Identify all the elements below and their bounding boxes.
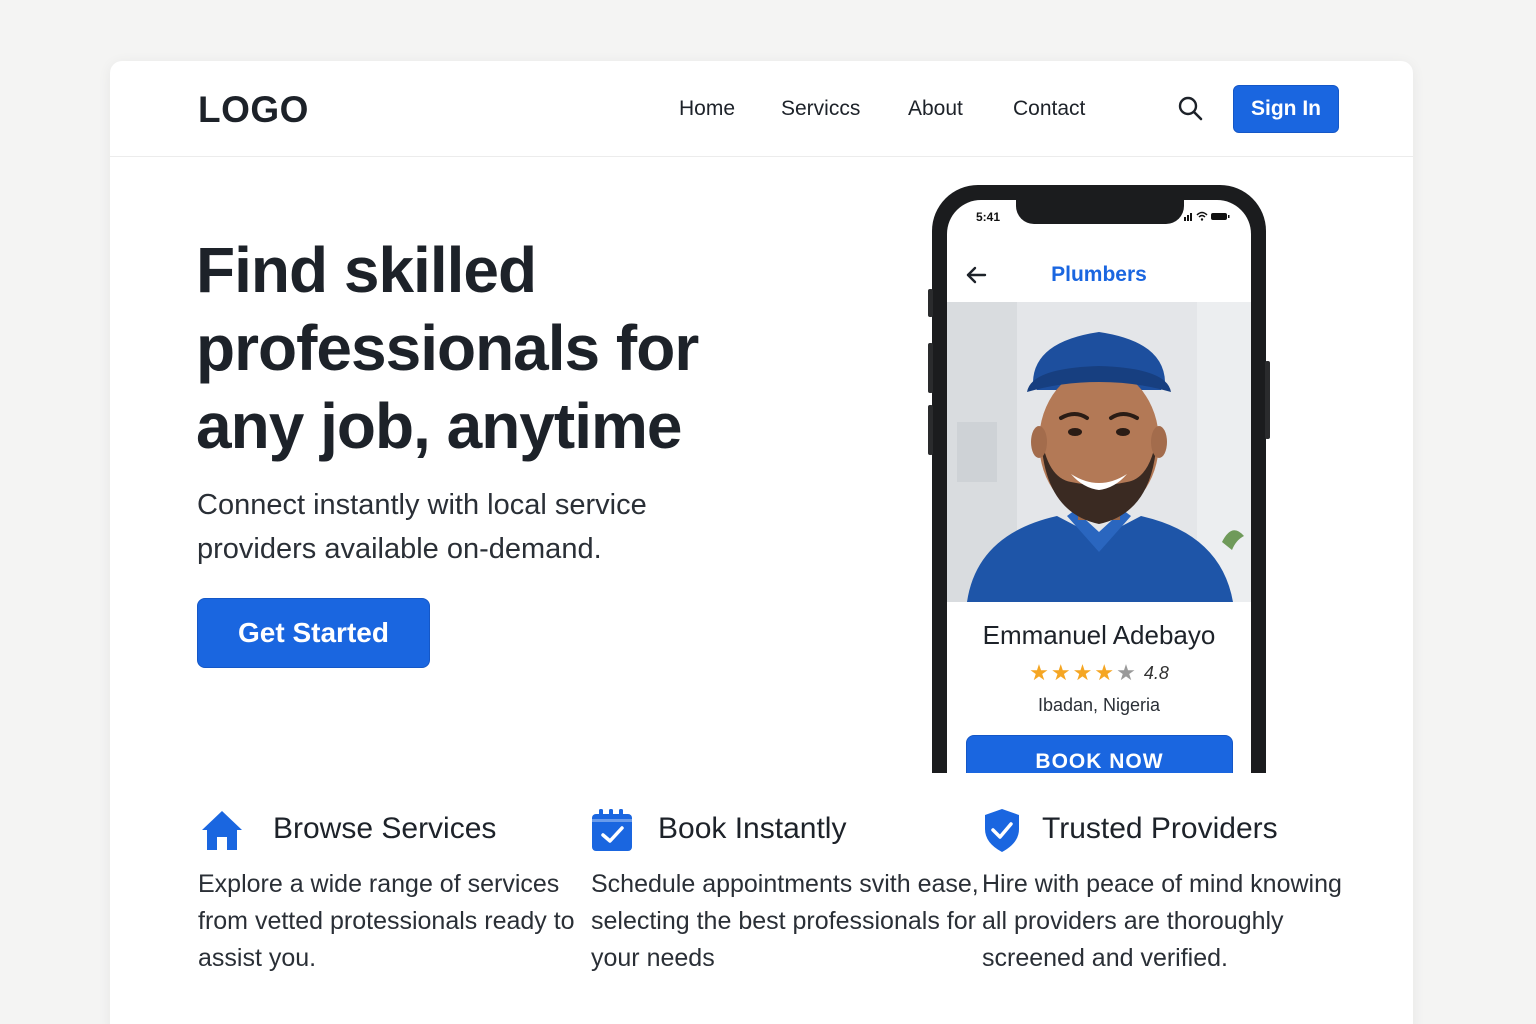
home-icon [202, 811, 242, 850]
star-icon: ★ [1050, 660, 1071, 685]
calendar-check-icon [592, 809, 632, 851]
status-icons [1184, 211, 1230, 221]
phone-power-button [1265, 361, 1270, 439]
professional-photo [947, 302, 1251, 602]
feature-title: Trusted Providers [1042, 812, 1278, 845]
feature-title: Browse Services [273, 812, 497, 845]
landing-card: LOGO Home Servicсs About Contact Sign In… [110, 61, 1413, 1024]
get-started-button[interactable]: Get Started [197, 598, 430, 668]
phone-volume-up [928, 343, 933, 393]
star-icon: ★ [1072, 660, 1093, 685]
professional-location: Ibadan, Nigeria [1037, 695, 1161, 715]
search-icon[interactable] [1177, 95, 1203, 121]
phone-mockup: 5:41 Plumbers Emmanuel Adebayo ★ ★ ★ ★ ★… [928, 185, 1270, 840]
hero-title: Find skilled professionals for any job, … [196, 234, 699, 462]
nav-contact[interactable]: Contact [1013, 97, 1085, 121]
feature-description: Explore a wide range of services from ve… [198, 870, 575, 972]
nav-about[interactable]: About [908, 97, 963, 121]
phone-volume-down [928, 405, 933, 455]
shield-check-icon [985, 809, 1019, 852]
star-icon: ★ [1029, 660, 1049, 685]
status-time: 5:41 [976, 210, 1001, 224]
screen-title: Plumbers [1051, 263, 1147, 286]
phone-notch [1016, 200, 1184, 224]
star-icon: ★ [1094, 660, 1115, 685]
rating-row: ★ ★ ★ ★ ★ 4.8 [947, 662, 1251, 684]
star-icon: ★ [1116, 660, 1136, 685]
hero-subtitle: Connect instantly with local service pro… [197, 489, 647, 565]
logo[interactable]: LOGO [198, 89, 309, 131]
feature-description: Hire with peace of mind knowing all prov… [982, 870, 1342, 972]
nav-services[interactable]: Servicсs [781, 97, 860, 121]
phone-screen: 5:41 Plumbers Emmanuel Adebayo ★ ★ ★ ★ ★… [947, 200, 1251, 840]
phone-side-button [928, 289, 933, 317]
feature-title: Book Instantly [658, 812, 847, 845]
professional-name: Emmanuel Adebayo [982, 620, 1216, 650]
sign-in-button[interactable]: Sign In [1233, 85, 1339, 133]
nav-home[interactable]: Home [679, 97, 735, 121]
feature-description: Schedule appointments svith ease, select… [591, 870, 979, 972]
rating-value: 4.8 [1143, 662, 1169, 683]
site-header: LOGO Home Servicсs About Contact Sign In [110, 61, 1413, 157]
